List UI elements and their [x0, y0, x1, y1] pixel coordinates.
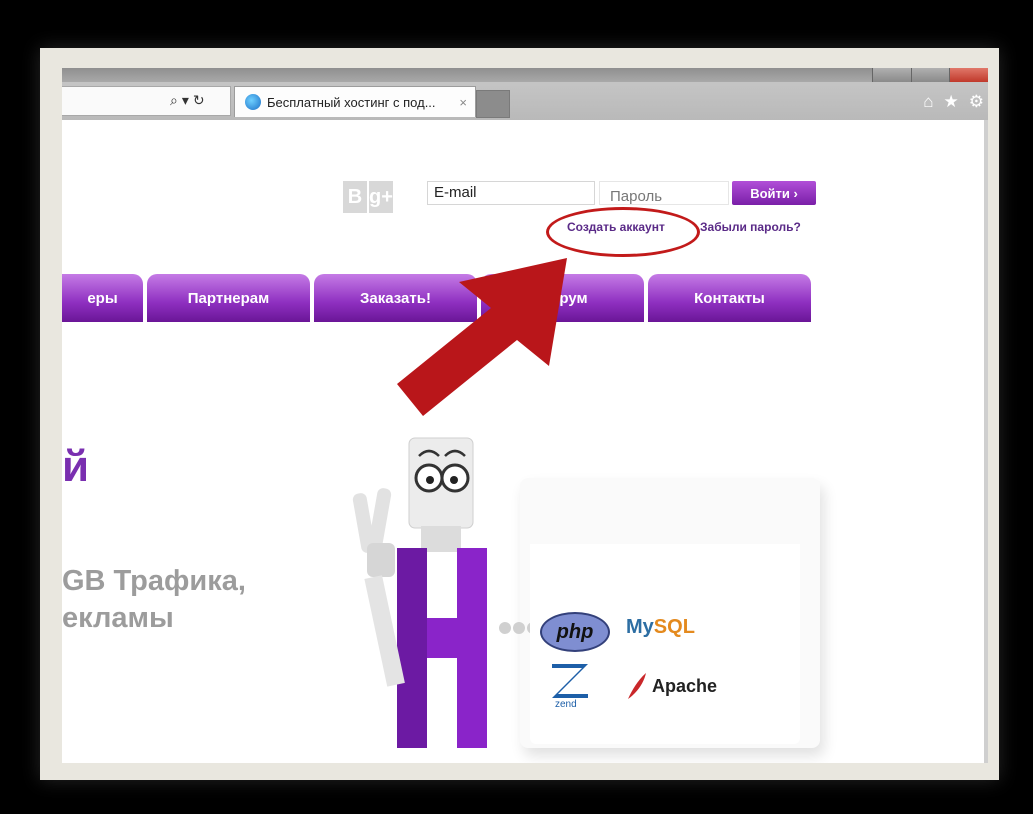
hero-headline: й	[62, 442, 90, 491]
refresh-icon[interactable]: ↻	[193, 92, 205, 109]
login-button[interactable]: Войти ›	[732, 181, 816, 205]
apache-feather-icon	[628, 673, 646, 699]
address-bar[interactable]	[62, 86, 231, 116]
nav-item-servers[interactable]: еры	[62, 274, 143, 322]
settings-gear-icon[interactable]: ⚙	[969, 92, 984, 112]
close-tab-icon[interactable]: ×	[459, 95, 467, 110]
apache-logo: Apache	[626, 672, 717, 700]
close-window-button[interactable]	[949, 68, 988, 82]
mysql-logo: MySQL	[626, 616, 695, 639]
toolbar-icons: ⌂ ★ ⚙	[923, 92, 984, 112]
address-tools: ⌕ ▾ ↻	[170, 86, 205, 114]
zend-logo-text: zend	[555, 699, 577, 708]
mysql-logo-part-b: SQL	[653, 616, 695, 638]
social-buttons: B g+	[343, 181, 393, 213]
minimize-button[interactable]	[872, 68, 911, 82]
mascot-illustration	[352, 437, 539, 748]
hero-line-1: GB Трафика,	[62, 565, 246, 597]
tech-logos: php MySQL zend Apache	[530, 544, 800, 744]
browser-viewport: ⌕ ▾ ↻ Бесплатный хостинг с под... × ⌂ ★ …	[62, 68, 988, 763]
home-icon[interactable]: ⌂	[923, 92, 933, 112]
php-logo: php	[540, 612, 610, 652]
hero-line-2: екламы	[62, 602, 174, 634]
favorites-star-icon[interactable]: ★	[944, 92, 959, 112]
nav-item-contacts[interactable]: Контакты	[648, 274, 811, 322]
google-plus-icon[interactable]: g+	[369, 181, 393, 213]
browser-chrome: ⌕ ▾ ↻ Бесплатный хостинг с под... × ⌂ ★ …	[62, 68, 988, 120]
title-bar	[62, 68, 988, 82]
email-field[interactable]: E-mail	[427, 181, 595, 205]
nav-item-partners[interactable]: Партнерам	[147, 274, 310, 322]
maximize-button[interactable]	[910, 68, 950, 82]
red-arrow-annotation	[397, 258, 567, 416]
ie-favicon-icon	[245, 94, 261, 110]
search-icon[interactable]: ⌕	[170, 92, 178, 109]
vk-icon[interactable]: B	[343, 181, 367, 213]
apache-logo-text: Apache	[652, 675, 718, 696]
forgot-password-link[interactable]: Забыли пароль?	[700, 220, 801, 234]
new-tab-button[interactable]	[476, 90, 510, 118]
password-field[interactable]: Пароль	[599, 181, 729, 205]
window-buttons	[872, 68, 988, 82]
tab-title: Бесплатный хостинг с под...	[267, 94, 436, 110]
dropdown-icon[interactable]: ▾	[182, 92, 189, 109]
mysql-logo-part-a: My	[626, 616, 654, 638]
tab-active[interactable]: Бесплатный хостинг с под... ×	[234, 86, 476, 117]
zend-logo-icon: zend	[552, 664, 588, 708]
scrollbar[interactable]	[984, 120, 988, 763]
